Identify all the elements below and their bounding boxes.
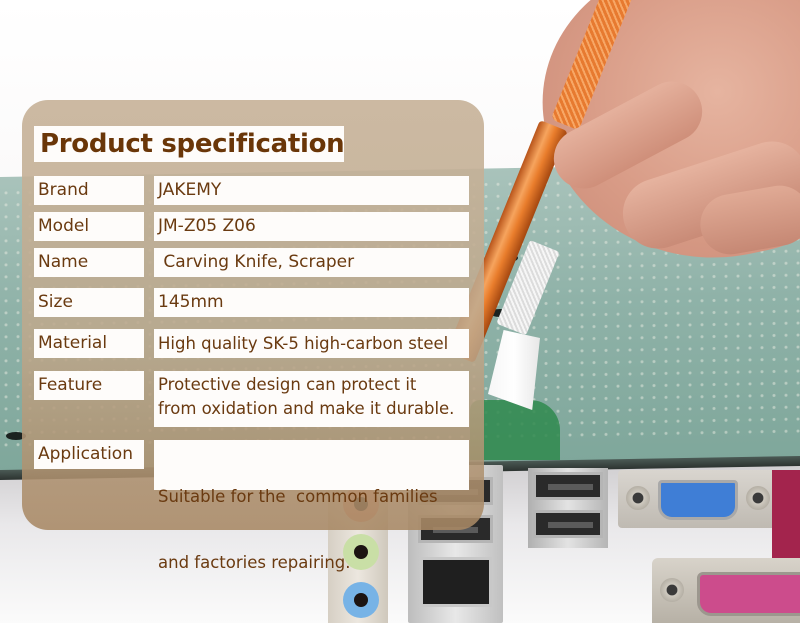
usb-port-icon [533,510,603,538]
spec-value-feature-line: Protective design can protect it [158,375,417,394]
spec-value-application: Suitable for the common families and fac… [154,440,469,572]
spec-value-name: Carving Knife, Scraper [154,248,469,277]
screw-icon [626,486,650,510]
spec-value-material: High quality SK-5 high-carbon steel [154,329,469,358]
spec-label-material: Material [34,329,144,358]
screw-icon [746,486,770,510]
usb-stack [528,468,608,548]
spec-label-application: Application [34,440,144,469]
screw-icon [660,578,684,602]
spec-value-application-line: and factories repairing. [158,553,351,572]
vga-pins [658,480,738,520]
spec-value-brand: JAKEMY [154,176,469,205]
spec-label-model: Model [34,212,144,241]
spec-label-name: Name [34,248,144,277]
spec-title: Product specification [40,129,345,159]
vga-connector-icon [618,470,778,528]
spec-value-feature-line: from oxidation and make it durable. [158,399,455,418]
usb-port-icon [533,472,603,500]
spec-value-application-line: Suitable for the common families [158,487,438,506]
spec-label-feature: Feature [34,371,144,400]
parallel-port-pins [697,572,800,616]
spec-value-size: 145mm [154,288,469,317]
parallel-port-icon [652,558,800,623]
spec-value-model: JM-Z05 Z06 [154,212,469,241]
spec-value-feature: Protective design can protect it from ox… [154,371,469,427]
spec-label-size: Size [34,288,144,317]
spec-label-brand: Brand [34,176,144,205]
